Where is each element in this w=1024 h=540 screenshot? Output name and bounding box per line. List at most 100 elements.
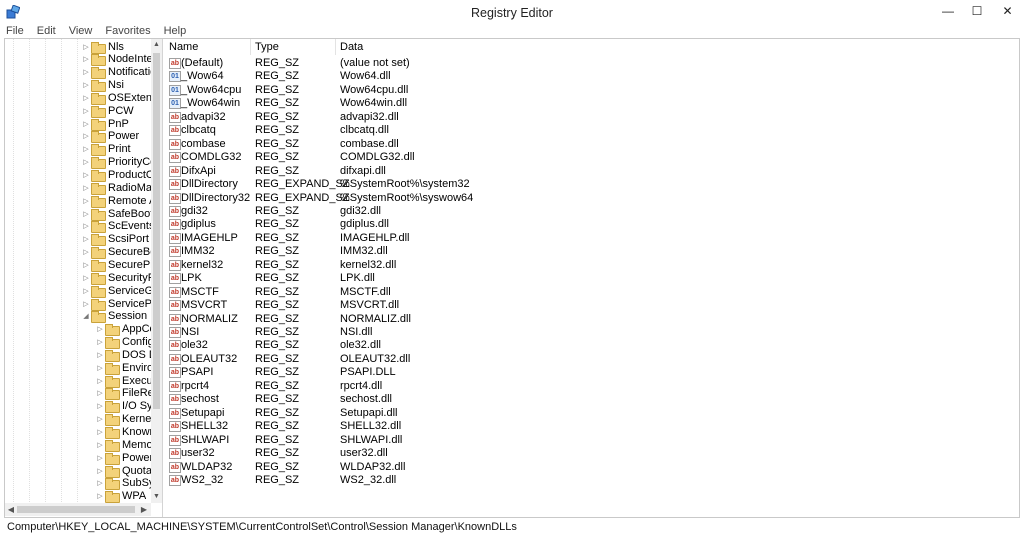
scroll-right-arrow-icon[interactable]: ▶ — [138, 503, 150, 516]
collapsed-arrow-icon[interactable]: ▷ — [81, 43, 91, 51]
tree-item[interactable]: ▷ FileRen — [95, 387, 151, 401]
value-row[interactable]: ab DifxApi REG_SZ difxapi.dll — [165, 165, 765, 178]
value-row[interactable]: ab IMM32 REG_SZ IMM32.dll — [165, 245, 765, 258]
collapsed-arrow-icon[interactable]: ▷ — [81, 132, 91, 140]
expanded-arrow-icon[interactable]: ◢ — [81, 312, 91, 320]
value-row[interactable]: ab NORMALIZ REG_SZ NORMALIZ.dll — [165, 313, 765, 326]
tree-item[interactable]: ▷ ProductOp — [81, 169, 151, 182]
value-row[interactable]: ab rpcrt4 REG_SZ rpcrt4.dll — [165, 380, 765, 393]
tree-item[interactable]: ▷ OSExtensio — [81, 91, 151, 105]
tree-item[interactable]: ▷ PCW — [81, 104, 134, 118]
tree-item[interactable]: ▷ Kernel — [95, 413, 151, 427]
collapsed-arrow-icon[interactable]: ▷ — [95, 467, 105, 475]
value-row[interactable]: ab DllDirectory REG_EXPAND_SZ %SystemRoot%\… — [165, 178, 765, 191]
collapsed-arrow-icon[interactable]: ▷ — [95, 325, 105, 333]
collapsed-arrow-icon[interactable]: ▷ — [95, 492, 105, 500]
close-button[interactable]: ✕ — [991, 0, 1024, 22]
tree-item[interactable]: ▷ RadioMana — [81, 181, 151, 195]
collapsed-arrow-icon[interactable]: ▷ — [81, 120, 91, 128]
value-row[interactable]: ab COMDLG32 REG_SZ COMDLG32.dll — [165, 151, 765, 164]
value-row[interactable]: 01 _Wow64 REG_SZ Wow64.dll — [165, 70, 765, 83]
collapsed-arrow-icon[interactable]: ▷ — [81, 300, 91, 308]
collapsed-arrow-icon[interactable]: ▷ — [81, 158, 91, 166]
tree-item[interactable]: ▷ ScsiPort — [81, 233, 149, 247]
hscroll-thumb[interactable] — [17, 506, 135, 513]
tree-item[interactable]: ▷ ServiceGro — [81, 284, 151, 298]
collapsed-arrow-icon[interactable]: ▷ — [81, 248, 91, 256]
value-row[interactable]: 01 _Wow64win REG_SZ Wow64win.dll — [165, 97, 765, 110]
value-row[interactable]: ab LPK REG_SZ LPK.dll — [165, 272, 765, 285]
value-row[interactable]: ab (Default) REG_SZ (value not set) — [165, 57, 765, 70]
collapsed-arrow-icon[interactable]: ▷ — [95, 441, 105, 449]
tree-item[interactable]: ▷ WPA — [95, 490, 146, 503]
tree-item[interactable]: ◢ Session Ma — [81, 310, 151, 324]
value-row[interactable]: ab gdiplus REG_SZ gdiplus.dll — [165, 218, 765, 231]
value-row[interactable]: ab OLEAUT32 REG_SZ OLEAUT32.dll — [165, 353, 765, 366]
collapsed-arrow-icon[interactable]: ▷ — [95, 389, 105, 397]
collapsed-arrow-icon[interactable]: ▷ — [81, 184, 91, 192]
scroll-left-arrow-icon[interactable]: ◀ — [5, 503, 17, 516]
tree-item[interactable]: ▷ PnP — [81, 117, 129, 131]
tree-item[interactable]: ▷ Executi — [95, 374, 151, 388]
collapsed-arrow-icon[interactable]: ▷ — [81, 55, 91, 63]
tree-vertical-scrollbar[interactable]: ▲ ▼ — [151, 39, 162, 503]
tree-item[interactable]: ▷ SafeBoot — [81, 207, 151, 221]
collapsed-arrow-icon[interactable]: ▷ — [81, 287, 91, 295]
value-row[interactable]: ab sechost REG_SZ sechost.dll — [165, 393, 765, 406]
collapsed-arrow-icon[interactable]: ▷ — [95, 428, 105, 436]
collapsed-arrow-icon[interactable]: ▷ — [81, 274, 91, 282]
tree-item[interactable]: ▷ SecureBoo — [81, 246, 151, 260]
value-row[interactable]: ab MSCTF REG_SZ MSCTF.dll — [165, 286, 765, 299]
menu-help[interactable]: Help — [164, 25, 187, 37]
scroll-up-arrow-icon[interactable]: ▲ — [151, 39, 162, 51]
tree-item[interactable]: ▷ I/O Sys — [95, 400, 151, 414]
value-row[interactable]: ab ole32 REG_SZ ole32.dll — [165, 339, 765, 352]
tree-item[interactable]: ▷ Power — [81, 130, 139, 144]
value-row[interactable]: ab kernel32 REG_SZ kernel32.dll — [165, 259, 765, 272]
value-row[interactable]: ab WS2_32 REG_SZ WS2_32.dll — [165, 474, 765, 487]
value-row[interactable]: ab gdi32 REG_SZ gdi32.dll — [165, 205, 765, 218]
value-row[interactable]: ab combase REG_SZ combase.dll — [165, 138, 765, 151]
value-row[interactable]: ab IMAGEHLP REG_SZ IMAGEHLP.dll — [165, 232, 765, 245]
tree-item[interactable]: ▷ Nsi — [81, 79, 124, 93]
collapsed-arrow-icon[interactable]: ▷ — [81, 145, 91, 153]
minimize-button[interactable]: — — [933, 0, 963, 22]
collapsed-arrow-icon[interactable]: ▷ — [95, 415, 105, 423]
tree-item[interactable]: ▷ DOS De — [95, 348, 151, 362]
collapsed-arrow-icon[interactable]: ▷ — [81, 171, 91, 179]
value-row[interactable]: ab PSAPI REG_SZ PSAPI.DLL — [165, 366, 765, 379]
value-row[interactable]: ab NSI REG_SZ NSI.dll — [165, 326, 765, 339]
value-row[interactable]: ab DllDirectory32 REG_EXPAND_SZ %SystemRoot… — [165, 192, 765, 205]
tree-item[interactable]: ▷ Environ — [95, 361, 151, 375]
value-row[interactable]: ab clbcatq REG_SZ clbcatq.dll — [165, 124, 765, 137]
tree-item[interactable]: ▷ PriorityCor — [81, 156, 151, 170]
collapsed-arrow-icon[interactable]: ▷ — [81, 261, 91, 269]
collapsed-arrow-icon[interactable]: ▷ — [95, 454, 105, 462]
column-header-name[interactable]: Name — [165, 39, 251, 55]
column-header-type[interactable]: Type — [251, 39, 336, 55]
tree-item[interactable]: ▷ Memor — [95, 438, 151, 452]
tree-horizontal-scrollbar[interactable]: ◀ ▶ — [5, 503, 151, 516]
tree-item[interactable]: ▷ Quota S — [95, 464, 151, 478]
scroll-down-arrow-icon[interactable]: ▼ — [151, 491, 162, 503]
value-row[interactable]: ab user32 REG_SZ user32.dll — [165, 447, 765, 460]
collapsed-arrow-icon[interactable]: ▷ — [95, 479, 105, 487]
tree-item[interactable]: ▷ SubSys — [95, 477, 151, 491]
menu-view[interactable]: View — [69, 25, 93, 37]
collapsed-arrow-icon[interactable]: ▷ — [95, 402, 105, 410]
collapsed-arrow-icon[interactable]: ▷ — [81, 81, 91, 89]
menu-edit[interactable]: Edit — [37, 25, 56, 37]
maximize-button[interactable]: ☐ — [962, 0, 992, 22]
tree-item[interactable]: ▷ Known — [95, 426, 151, 439]
value-row[interactable]: ab SHELL32 REG_SZ SHELL32.dll — [165, 420, 765, 433]
collapsed-arrow-icon[interactable]: ▷ — [95, 377, 105, 385]
tree-item[interactable]: ▷ Power — [95, 451, 151, 465]
value-row[interactable]: ab Setupapi REG_SZ Setupapi.dll — [165, 407, 765, 420]
scroll-thumb[interactable] — [153, 53, 160, 409]
collapsed-arrow-icon[interactable]: ▷ — [95, 338, 105, 346]
value-row[interactable]: ab SHLWAPI REG_SZ SHLWAPI.dll — [165, 434, 765, 447]
tree-item[interactable]: ▷ SecurityPro — [81, 271, 151, 285]
collapsed-arrow-icon[interactable]: ▷ — [81, 197, 91, 205]
value-row[interactable]: ab advapi32 REG_SZ advapi32.dll — [165, 111, 765, 124]
collapsed-arrow-icon[interactable]: ▷ — [81, 107, 91, 115]
